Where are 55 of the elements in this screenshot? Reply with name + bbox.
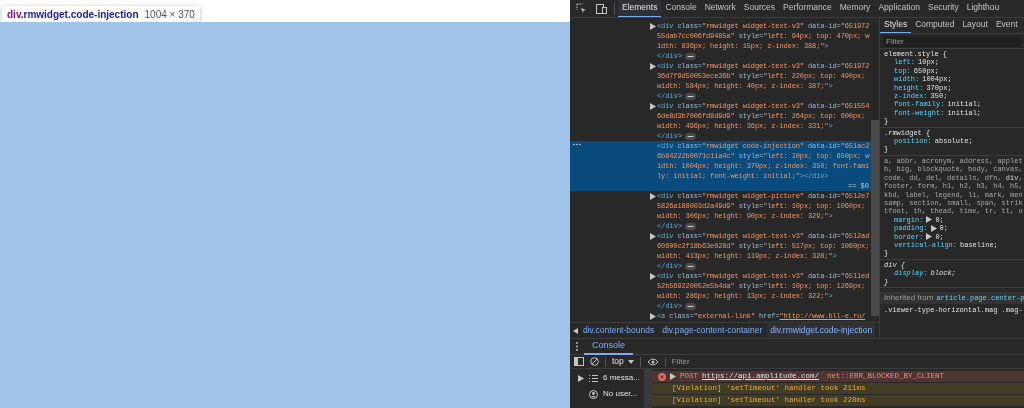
context-dropdown[interactable]: top	[612, 355, 634, 368]
devtools-tab[interactable]: Network	[700, 0, 740, 17]
breadcrumb[interactable]: div.rmwidget.code-injection	[767, 324, 876, 337]
inspect-element-icon[interactable]	[576, 3, 587, 14]
clear-console-icon[interactable]	[590, 357, 599, 366]
console-sidebar-item[interactable]: 6 messa...	[578, 372, 644, 384]
expand-triangle-icon[interactable]	[650, 193, 656, 200]
expand-triangle-icon[interactable]	[650, 63, 656, 70]
expand-triangle-icon[interactable]	[650, 23, 656, 30]
console-tab[interactable]: Console	[584, 338, 634, 355]
ellipsis-icon[interactable]	[685, 302, 697, 310]
styles-tab[interactable]: Styles	[880, 18, 912, 33]
devtools-tab[interactable]: Performance	[779, 0, 836, 17]
devtools-tab[interactable]: Sources	[739, 0, 779, 17]
inherited-label: Inherited from	[884, 293, 934, 303]
ellipsis-icon[interactable]	[685, 132, 697, 140]
expand-triangle-icon[interactable]	[670, 373, 676, 380]
devtools-tab[interactable]: Elements	[618, 0, 662, 17]
device-toolbar-icon[interactable]	[596, 3, 607, 14]
devtools-tab[interactable]: Security	[923, 0, 963, 17]
console-sidebar-item[interactable]: No user...	[578, 388, 644, 400]
tooltip-size: 1004 × 370	[144, 8, 195, 22]
sidebar-item-label: 6 messa...	[603, 372, 640, 384]
ellipsis-icon[interactable]	[685, 52, 697, 60]
scroll-left-icon[interactable]	[573, 327, 578, 334]
devtools-tab[interactable]: Lighthou	[962, 0, 1004, 17]
user-icon	[589, 389, 598, 399]
styles-tab[interactable]: Layout	[958, 18, 992, 33]
eye-icon[interactable]	[646, 357, 659, 366]
ellipsis-icon[interactable]	[685, 262, 697, 270]
ellipsis-icon[interactable]	[685, 92, 697, 100]
expand-triangle-icon[interactable]	[650, 103, 656, 110]
tooltip-selector: div.rmwidget.code-injection	[7, 8, 139, 22]
styles-tab[interactable]: Event	[991, 18, 1022, 33]
list-icon	[589, 374, 598, 382]
sidebar-item-label: No user...	[603, 388, 638, 400]
styles-tab[interactable]: Computed	[911, 18, 959, 33]
caret-icon	[627, 359, 634, 364]
filter-field[interactable]: Filter	[883, 35, 1021, 47]
dom-node-row[interactable]	[570, 141, 871, 191]
devtools-tab[interactable]: Memory	[835, 0, 875, 17]
expand-triangle-icon[interactable]	[650, 313, 656, 320]
expand-triangle-icon[interactable]	[650, 233, 656, 240]
ellipsis-icon[interactable]	[685, 222, 697, 230]
devtools-tab[interactable]: Application	[874, 0, 924, 17]
console-filter-field[interactable]: Filter	[671, 355, 1020, 368]
scrollbar-thumb[interactable]	[871, 120, 879, 316]
sidebar-toggle-icon[interactable]	[574, 357, 584, 366]
more-icon[interactable]	[573, 143, 581, 146]
breadcrumb[interactable]: div.content-bounds	[580, 324, 658, 337]
expand-triangle-icon[interactable]	[650, 273, 656, 280]
devtools-tab[interactable]: Console	[661, 0, 701, 17]
expand-triangle-icon[interactable]	[578, 374, 584, 382]
breadcrumb[interactable]: div.page-content-container	[659, 324, 766, 337]
sidebar-scrollbar[interactable]	[644, 369, 652, 408]
